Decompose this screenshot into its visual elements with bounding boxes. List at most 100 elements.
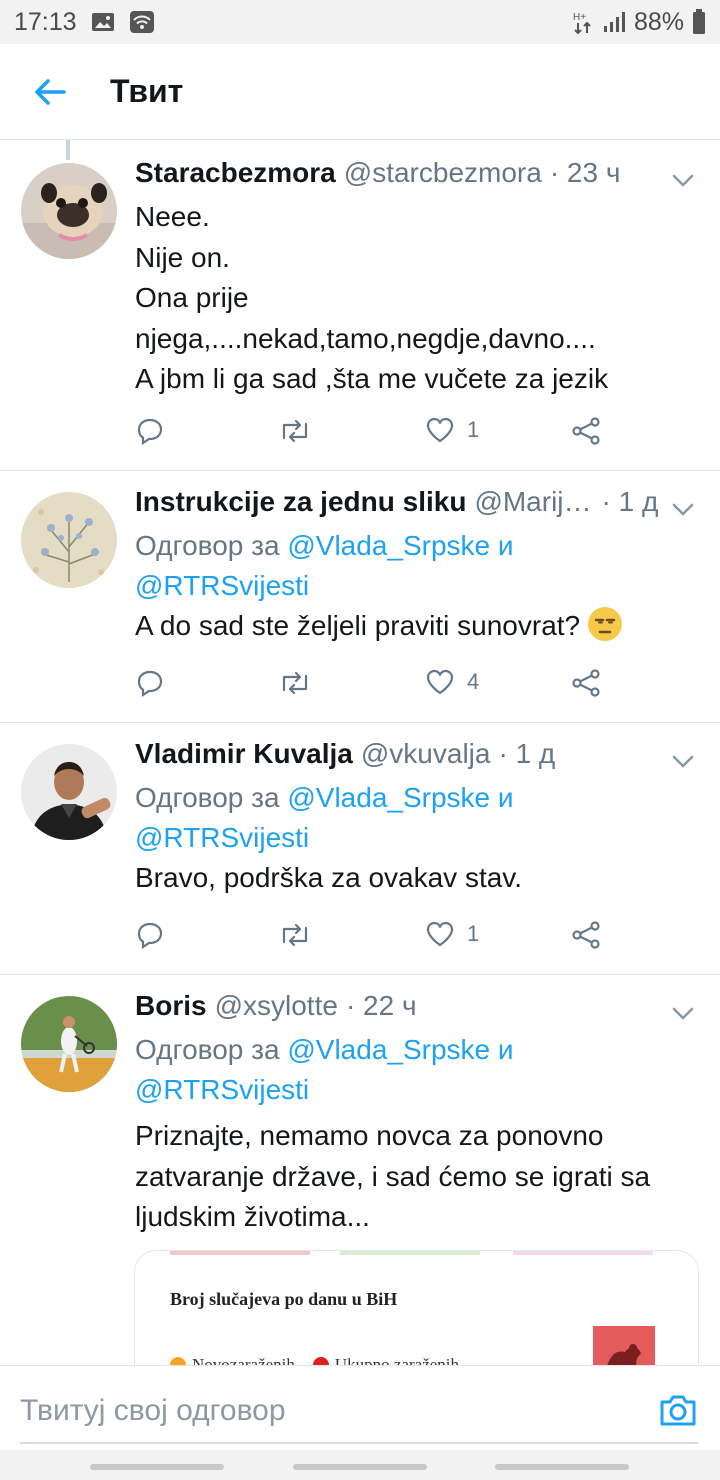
tweet-timestamp: · 22 ч xyxy=(345,990,417,1021)
like-button[interactable]: 1 xyxy=(425,416,479,444)
retweet-button[interactable] xyxy=(278,668,312,698)
tweet-text: A do sad ste željeli praviti sunovrat? xyxy=(135,606,698,647)
chevron-down-icon[interactable] xyxy=(668,165,698,195)
tweet-author-name[interactable]: Boris xyxy=(135,990,207,1022)
share-button[interactable] xyxy=(570,920,602,950)
heart-icon xyxy=(426,921,454,947)
retweet-button[interactable] xyxy=(278,920,312,950)
tweet-author-handle[interactable]: @starcbezmora xyxy=(344,157,542,189)
nav-back-button[interactable] xyxy=(495,1464,629,1470)
reply-icon xyxy=(137,922,163,950)
replying-to-label: Одговор за xyxy=(135,530,280,561)
tweet-author-handle[interactable]: @Marij… xyxy=(474,486,591,518)
tweet-text: Priznajte, nemamo novca za ponovno zatva… xyxy=(135,1116,698,1238)
avatar[interactable] xyxy=(21,744,117,840)
embedded-image-card[interactable]: Broj slučajeva po danu u BiH Novozaražen… xyxy=(134,1250,699,1365)
share-icon xyxy=(572,669,600,697)
tweet-author-name[interactable]: Staracbezmora xyxy=(135,157,336,189)
retweet-button[interactable] xyxy=(278,416,312,446)
like-count: 4 xyxy=(467,669,480,694)
chevron-down-icon[interactable] xyxy=(668,998,698,1028)
card-strip xyxy=(513,1251,653,1255)
battery-percent: 88% xyxy=(633,7,684,36)
tweet[interactable]: Instrukcije za jednu sliku @Marij… · 1 д… xyxy=(0,471,720,723)
tweet-author-name[interactable]: Vladimir Kuvalja xyxy=(135,738,353,770)
tweet-author-handle[interactable]: @vkuvalja xyxy=(361,738,491,770)
like-count: 1 xyxy=(467,417,480,442)
back-button[interactable] xyxy=(18,60,82,124)
reply-composer: Твитуј свој одговор xyxy=(0,1365,720,1450)
card-strip xyxy=(340,1251,480,1255)
replying-to: Одговор за @Vlada_Srpske и xyxy=(135,1030,698,1070)
replying-to: Одговор за @Vlada_Srpske и xyxy=(135,778,698,818)
data-transfer-icon: H+ xyxy=(573,12,591,35)
share-button[interactable] xyxy=(570,416,602,446)
nav-recents-button[interactable] xyxy=(90,1464,224,1470)
like-button[interactable]: 4 xyxy=(425,668,479,696)
tweet-text-line: ljudskim životima... xyxy=(135,1201,370,1232)
system-nav-bar xyxy=(0,1450,720,1480)
share-icon xyxy=(572,921,600,949)
svg-text:H+: H+ xyxy=(573,12,586,23)
chevron-down-icon[interactable] xyxy=(668,746,698,776)
retweet-icon xyxy=(282,671,308,695)
status-bar: 17:13 H+ 88% xyxy=(0,0,720,44)
like-button[interactable]: 1 xyxy=(425,920,479,948)
tweet[interactable]: Vladimir Kuvalja @vkuvalja · 1 д Одговор… xyxy=(0,723,720,975)
retweet-icon xyxy=(282,923,308,947)
tweet-text-line: A jbm li ga sad ,šta me vučete za jezik xyxy=(135,363,609,394)
like-count: 1 xyxy=(467,921,480,946)
replying-to-and: и xyxy=(497,530,514,561)
mention-link[interactable]: @RTRSvijesti xyxy=(135,570,309,601)
share-button[interactable] xyxy=(570,668,602,698)
tweet-text: Neee. Nije on. Ona prije njega,....nekad… xyxy=(135,197,698,400)
signal-icon xyxy=(603,12,625,32)
tweet-timestamp: · 1 д xyxy=(601,486,659,517)
camera-icon[interactable] xyxy=(658,1390,698,1430)
replying-to-label: Одговор за xyxy=(135,782,280,813)
heart-icon xyxy=(426,669,454,695)
reply-input[interactable]: Твитуј свој одговор xyxy=(20,1394,286,1428)
replying-to-and: и xyxy=(497,1034,514,1065)
tweet-text: Bravo, podrška za ovakav stav. xyxy=(135,862,522,893)
heart-icon xyxy=(426,417,454,443)
mention-link[interactable]: @Vlada_Srpske xyxy=(287,530,490,561)
legend-label: Ukupno zaraženih xyxy=(334,1355,460,1365)
tweet-text-line: Ona prije xyxy=(135,282,249,313)
avatar[interactable] xyxy=(21,492,117,588)
tweet-text-line: A do sad ste željeli praviti sunovrat? xyxy=(135,610,581,641)
tweet-text-line: zatvaranje države, i sad ćemo se igrati … xyxy=(135,1160,651,1192)
tweet[interactable]: Staracbezmora @starcbezmora · 23 ч Neee.… xyxy=(0,140,720,471)
reply-button[interactable] xyxy=(135,416,165,446)
unamused-face-icon xyxy=(587,607,622,641)
mention-link[interactable]: @Vlada_Srpske xyxy=(287,782,490,813)
reply-button[interactable] xyxy=(135,920,165,950)
replying-to: @RTRSvijesti xyxy=(135,1070,698,1110)
tweet-timestamp: · 1 д xyxy=(498,738,556,769)
back-arrow-icon xyxy=(35,78,66,105)
tweet-actions: 4 xyxy=(135,668,615,708)
chevron-down-icon[interactable] xyxy=(668,494,698,524)
tweet-actions: 1 xyxy=(135,920,615,960)
legend-label: Novozaraženih xyxy=(192,1355,295,1365)
status-time: 17:13 xyxy=(14,7,77,36)
card-legend: Novozaraženih Ukupno zaraženih xyxy=(170,1355,459,1365)
mention-link[interactable]: @RTRSvijesti xyxy=(135,822,309,853)
tweet-text-line: Neee. xyxy=(135,201,210,232)
tweet-author-name[interactable]: Instrukcije za jednu sliku xyxy=(135,486,466,518)
mention-link[interactable]: @RTRSvijesti xyxy=(135,1074,309,1105)
tweet-actions: 1 xyxy=(135,416,615,456)
reply-button[interactable] xyxy=(135,668,165,698)
replying-to: @RTRSvijesti xyxy=(135,818,698,858)
card-strip xyxy=(170,1251,310,1255)
input-underline xyxy=(20,1442,698,1444)
tweet-text-line: Nije on. xyxy=(135,241,230,273)
avatar[interactable] xyxy=(21,996,117,1092)
avatar[interactable] xyxy=(21,163,117,259)
tweet-text-line: Priznajte, nemamo novca za ponovno xyxy=(135,1120,604,1151)
mention-link[interactable]: @Vlada_Srpske xyxy=(287,1034,490,1065)
legend-dot-orange xyxy=(170,1357,186,1365)
tweet-author-handle[interactable]: @xsylotte xyxy=(215,990,338,1022)
nav-home-button[interactable] xyxy=(293,1464,427,1470)
tweet-text-line: njega,....nekad,tamo,negdje,davno.... xyxy=(135,322,596,354)
